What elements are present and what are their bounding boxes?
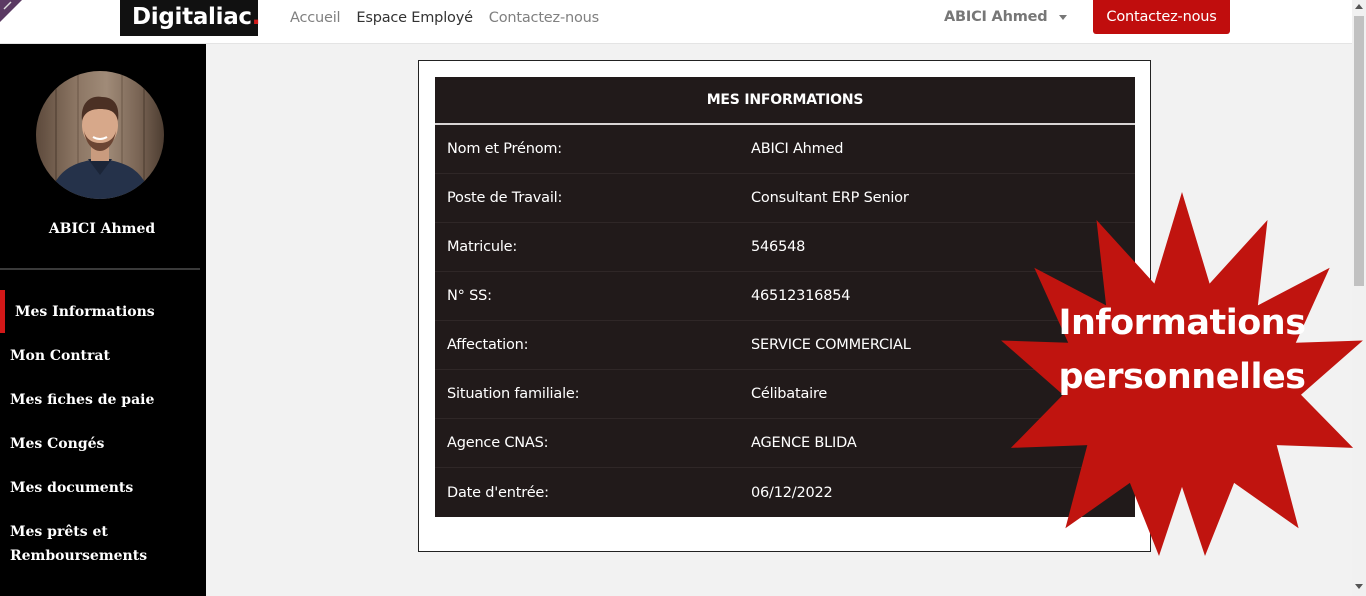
sidebar-item-fiches-de-paie[interactable]: Mes fiches de paie (10, 388, 200, 412)
row-value: ABICI Ahmed (751, 141, 844, 157)
star-badge-text: Informations personnelles (998, 296, 1366, 404)
scroll-down-arrow-icon[interactable] (1355, 584, 1363, 589)
active-item-marker (0, 290, 5, 333)
sidebar-divider (0, 268, 200, 270)
star-badge-line-1: Informations (1058, 303, 1306, 343)
row-label: N° SS: (447, 288, 492, 304)
main-nav: Accueil Espace Employé Contactez-nous (290, 0, 615, 36)
row-label: Affectation: (447, 337, 529, 353)
sidebar-item-documents[interactable]: Mes documents (10, 476, 200, 500)
profile-photo (36, 71, 164, 199)
top-navbar: Digitaliac. Accueil Espace Employé Conta… (0, 0, 1352, 44)
sidebar-item-prets-remboursements[interactable]: Mes prêts et Remboursements (10, 520, 160, 568)
scroll-up-arrow-icon[interactable] (1355, 4, 1363, 9)
row-label: Situation familiale: (447, 386, 580, 402)
sidebar-item-conges[interactable]: Mes Congés (10, 432, 200, 456)
row-label: Date d'entrée: (447, 484, 549, 501)
info-table-title: MES INFORMATIONS (435, 77, 1135, 125)
logo-text: Digitaliac (132, 4, 252, 30)
nav-link-contactez-nous[interactable]: Contactez-nous (489, 10, 599, 26)
star-badge-line-2: personnelles (1058, 357, 1306, 397)
sidebar: ABICI Ahmed Mes Informations Mon Contrat… (0, 44, 206, 596)
row-label: Poste de Travail: (447, 190, 563, 206)
sidebar-item-mes-informations[interactable]: Mes Informations (15, 300, 205, 324)
sidebar-user-name: ABICI Ahmed (48, 221, 156, 237)
nav-link-espace-employe[interactable]: Espace Employé (356, 10, 473, 26)
table-row: Nom et Prénom: ABICI Ahmed (435, 125, 1135, 174)
row-label: Matricule: (447, 239, 518, 255)
corner-ribbon-icon[interactable] (0, 0, 22, 22)
logo-dot: . (251, 4, 261, 30)
row-label: Agence CNAS: (447, 435, 549, 451)
chevron-down-icon (1059, 14, 1068, 20)
nav-link-accueil[interactable]: Accueil (290, 10, 341, 26)
row-label: Nom et Prénom: (447, 141, 562, 157)
avatar (36, 71, 164, 199)
brand-logo[interactable]: Digitaliac. (120, 0, 261, 36)
user-menu-dropdown[interactable]: ABICI Ahmed (944, 0, 1068, 34)
sidebar-item-mon-contrat[interactable]: Mon Contrat (10, 344, 200, 368)
contact-button[interactable]: Contactez-nous (1093, 0, 1230, 34)
user-menu-name: ABICI Ahmed (944, 9, 1048, 25)
